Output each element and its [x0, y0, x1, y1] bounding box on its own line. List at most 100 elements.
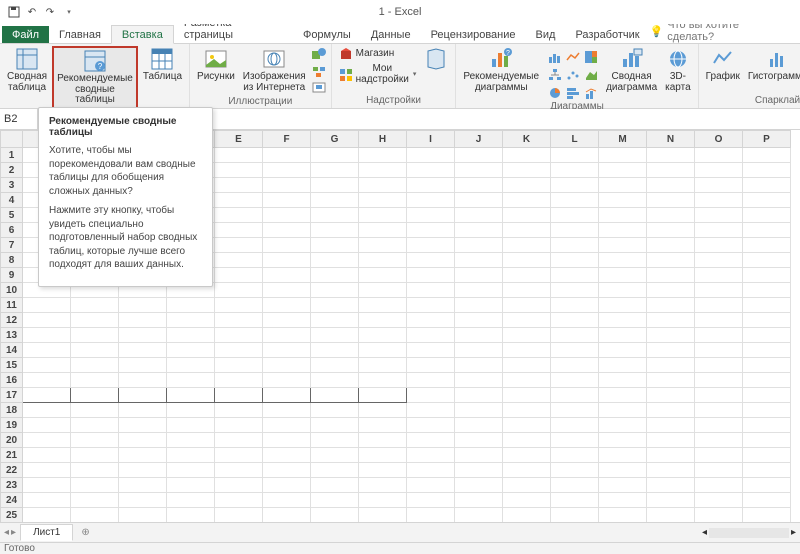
cell[interactable]: [311, 358, 359, 373]
cell[interactable]: [455, 178, 503, 193]
cell[interactable]: [599, 433, 647, 448]
cell[interactable]: [647, 328, 695, 343]
row-header[interactable]: 4: [1, 193, 23, 208]
cell[interactable]: [503, 478, 551, 493]
scroll-left-icon[interactable]: ◂: [702, 527, 707, 538]
cell[interactable]: [407, 448, 455, 463]
cell[interactable]: [551, 283, 599, 298]
cell[interactable]: [215, 358, 263, 373]
cell[interactable]: [503, 163, 551, 178]
cell[interactable]: [359, 508, 407, 523]
cell[interactable]: [359, 208, 407, 223]
cell[interactable]: [311, 268, 359, 283]
cell[interactable]: [743, 208, 791, 223]
cell[interactable]: [455, 358, 503, 373]
tab-home[interactable]: Главная: [49, 26, 111, 43]
bing-maps-button[interactable]: [421, 46, 451, 73]
line-chart-icon[interactable]: [564, 48, 581, 65]
cell[interactable]: [215, 238, 263, 253]
cell[interactable]: [215, 343, 263, 358]
cell[interactable]: [551, 388, 599, 403]
cell[interactable]: [647, 148, 695, 163]
cell[interactable]: [311, 283, 359, 298]
cell[interactable]: [311, 163, 359, 178]
cell[interactable]: [215, 208, 263, 223]
row-header[interactable]: 8: [1, 253, 23, 268]
cell[interactable]: [647, 178, 695, 193]
cell[interactable]: [167, 328, 215, 343]
cell[interactable]: [359, 343, 407, 358]
shapes-icon[interactable]: [311, 46, 327, 62]
cell[interactable]: [599, 253, 647, 268]
cell[interactable]: [647, 283, 695, 298]
cell[interactable]: [359, 388, 407, 403]
cell[interactable]: [359, 268, 407, 283]
cell[interactable]: [71, 298, 119, 313]
cell[interactable]: [359, 373, 407, 388]
cell[interactable]: [407, 253, 455, 268]
hierarchy-chart-icon[interactable]: [546, 66, 563, 83]
cell[interactable]: [23, 508, 71, 523]
cell[interactable]: [119, 418, 167, 433]
cell[interactable]: [359, 253, 407, 268]
pictures-button[interactable]: Рисунки: [194, 46, 238, 84]
cell[interactable]: [119, 373, 167, 388]
cell[interactable]: [407, 418, 455, 433]
cell[interactable]: [263, 433, 311, 448]
cell[interactable]: [311, 193, 359, 208]
cell[interactable]: [503, 388, 551, 403]
cell[interactable]: [359, 433, 407, 448]
cell[interactable]: [71, 403, 119, 418]
cell[interactable]: [647, 448, 695, 463]
tab-review[interactable]: Рецензирование: [421, 26, 526, 43]
cell[interactable]: [695, 253, 743, 268]
cell[interactable]: [311, 223, 359, 238]
cell[interactable]: [551, 403, 599, 418]
cell[interactable]: [455, 388, 503, 403]
cell[interactable]: [311, 298, 359, 313]
cell[interactable]: [23, 403, 71, 418]
cell[interactable]: [407, 238, 455, 253]
cell[interactable]: [359, 328, 407, 343]
column-header[interactable]: J: [455, 131, 503, 148]
cell[interactable]: [119, 358, 167, 373]
cell[interactable]: [263, 493, 311, 508]
cell[interactable]: [359, 448, 407, 463]
cell[interactable]: [167, 463, 215, 478]
cell[interactable]: [263, 328, 311, 343]
cell[interactable]: [167, 448, 215, 463]
cell[interactable]: [359, 163, 407, 178]
cell[interactable]: [647, 493, 695, 508]
cell[interactable]: [71, 448, 119, 463]
row-header[interactable]: 2: [1, 163, 23, 178]
cell[interactable]: [455, 478, 503, 493]
cell[interactable]: [695, 193, 743, 208]
cell[interactable]: [647, 193, 695, 208]
horizontal-scrollbar[interactable]: [709, 528, 789, 538]
sheet-tab-1[interactable]: Лист1: [20, 524, 73, 541]
sparkline-column-button[interactable]: Гистограмма: [745, 46, 800, 84]
cell[interactable]: [407, 478, 455, 493]
cell[interactable]: [407, 388, 455, 403]
cell[interactable]: [743, 433, 791, 448]
cell[interactable]: [503, 223, 551, 238]
cell[interactable]: [407, 403, 455, 418]
cell[interactable]: [503, 313, 551, 328]
cell[interactable]: [599, 283, 647, 298]
cell[interactable]: [455, 253, 503, 268]
row-header[interactable]: 9: [1, 268, 23, 283]
cell[interactable]: [263, 193, 311, 208]
cell[interactable]: [647, 463, 695, 478]
cell[interactable]: [311, 508, 359, 523]
cell[interactable]: [263, 223, 311, 238]
row-header[interactable]: 21: [1, 448, 23, 463]
cell[interactable]: [647, 163, 695, 178]
cell[interactable]: [599, 208, 647, 223]
cell[interactable]: [263, 508, 311, 523]
cell[interactable]: [695, 163, 743, 178]
cell[interactable]: [71, 418, 119, 433]
cell[interactable]: [551, 418, 599, 433]
cell[interactable]: [119, 403, 167, 418]
cell[interactable]: [551, 298, 599, 313]
cell[interactable]: [71, 493, 119, 508]
